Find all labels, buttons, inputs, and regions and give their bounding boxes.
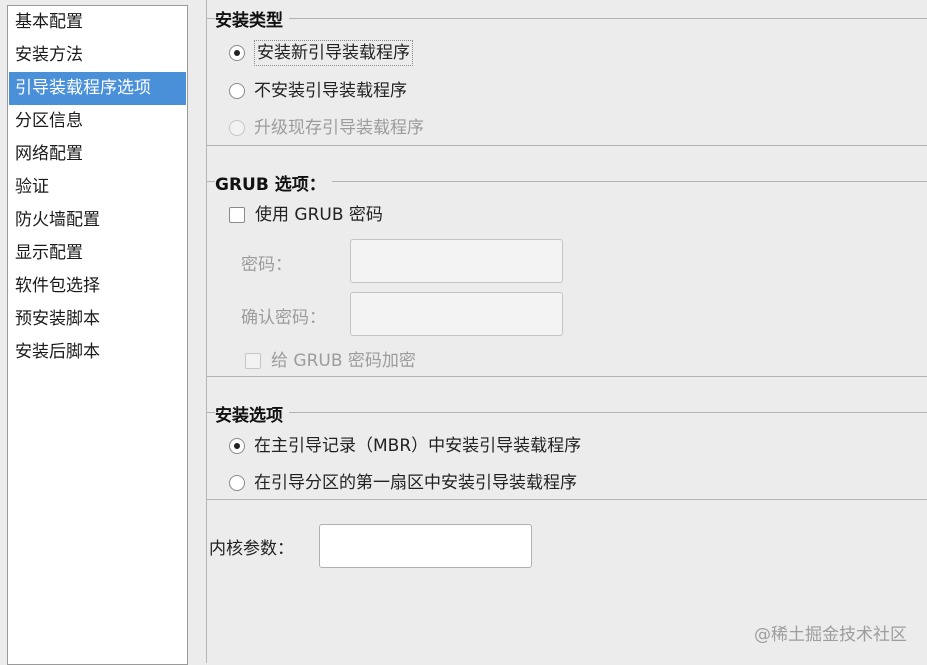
no-bootloader-label: 不安装引导装载程序 [254,81,407,101]
section-divider [207,499,927,500]
radio-unselected-icon[interactable] [229,475,245,491]
section-divider [207,376,927,377]
upgrade-bootloader-label: 升级现存引导装载程序 [254,118,424,138]
radio-upgrade-bootloader: 升级现存引导装载程序 [229,113,424,143]
bootloader-options-panel: 安装类型 安装新引导装载程序 不安装引导装载程序 升级现存引导装载程序 GRUB… [206,0,927,663]
kernel-params-input[interactable] [319,524,532,568]
kernel-params-label: 内核参数： [209,539,294,559]
install-type-title: 安装类型 [215,6,289,31]
checkbox-disabled-icon [245,353,261,369]
install-boot-partition-label: 在引导分区的第一扇区中安装引导装载程序 [254,473,577,493]
section-divider [207,412,927,413]
use-grub-password-label: 使用 GRUB 密码 [255,205,383,225]
sidebar-item-firewall-config[interactable]: 防火墙配置 [9,204,186,237]
sidebar-item-package-selection[interactable]: 软件包选择 [9,270,186,303]
install-options-title: 安装选项 [215,401,289,426]
section-divider [207,145,927,146]
radio-install-boot-partition[interactable]: 在引导分区的第一扇区中安装引导装载程序 [229,468,577,498]
sidebar-item-bootloader-options[interactable]: 引导装载程序选项 [9,72,186,105]
checkbox-use-grub-password[interactable]: 使用 GRUB 密码 [229,200,383,230]
sidebar-item-authentication[interactable]: 验证 [9,171,186,204]
sidebar-item-network-config[interactable]: 网络配置 [9,138,186,171]
radio-install-new-bootloader[interactable]: 安装新引导装载程序 [229,38,413,68]
checkbox-unchecked-icon[interactable] [229,207,245,223]
encrypt-grub-password-label: 给 GRUB 密码加密 [271,351,416,371]
install-mbr-label: 在主引导记录（MBR）中安装引导装载程序 [254,436,582,456]
sidebar-item-partition-info[interactable]: 分区信息 [9,105,186,138]
radio-install-mbr[interactable]: 在主引导记录（MBR）中安装引导装载程序 [229,431,581,461]
sidebar-item-display-config[interactable]: 显示配置 [9,237,186,270]
sidebar-item-basic-config[interactable]: 基本配置 [9,6,186,39]
password-label: 密码： [241,255,292,275]
sidebar-nav: 基本配置 安装方法 引导装载程序选项 分区信息 网络配置 验证 防火墙配置 显示… [7,5,188,665]
grub-password-field [350,239,563,283]
confirm-password-label: 确认密码： [241,308,326,328]
radio-disabled-icon [229,120,245,136]
checkbox-encrypt-grub-password: 给 GRUB 密码加密 [245,346,416,376]
install-new-bootloader-label: 安装新引导装载程序 [254,40,413,66]
section-divider [207,18,927,19]
sidebar-item-install-method[interactable]: 安装方法 [9,39,186,72]
watermark: @稀土掘金技术社区 [754,625,907,645]
radio-selected-icon[interactable] [229,438,245,454]
radio-selected-icon[interactable] [229,45,245,61]
sidebar-item-pre-install-script[interactable]: 预安装脚本 [9,303,186,336]
sidebar-item-post-install-script[interactable]: 安装后脚本 [9,336,186,369]
grub-options-title: GRUB 选项： [215,170,332,195]
radio-unselected-icon[interactable] [229,83,245,99]
grub-confirm-password-field [350,292,563,336]
radio-no-bootloader[interactable]: 不安装引导装载程序 [229,76,407,106]
